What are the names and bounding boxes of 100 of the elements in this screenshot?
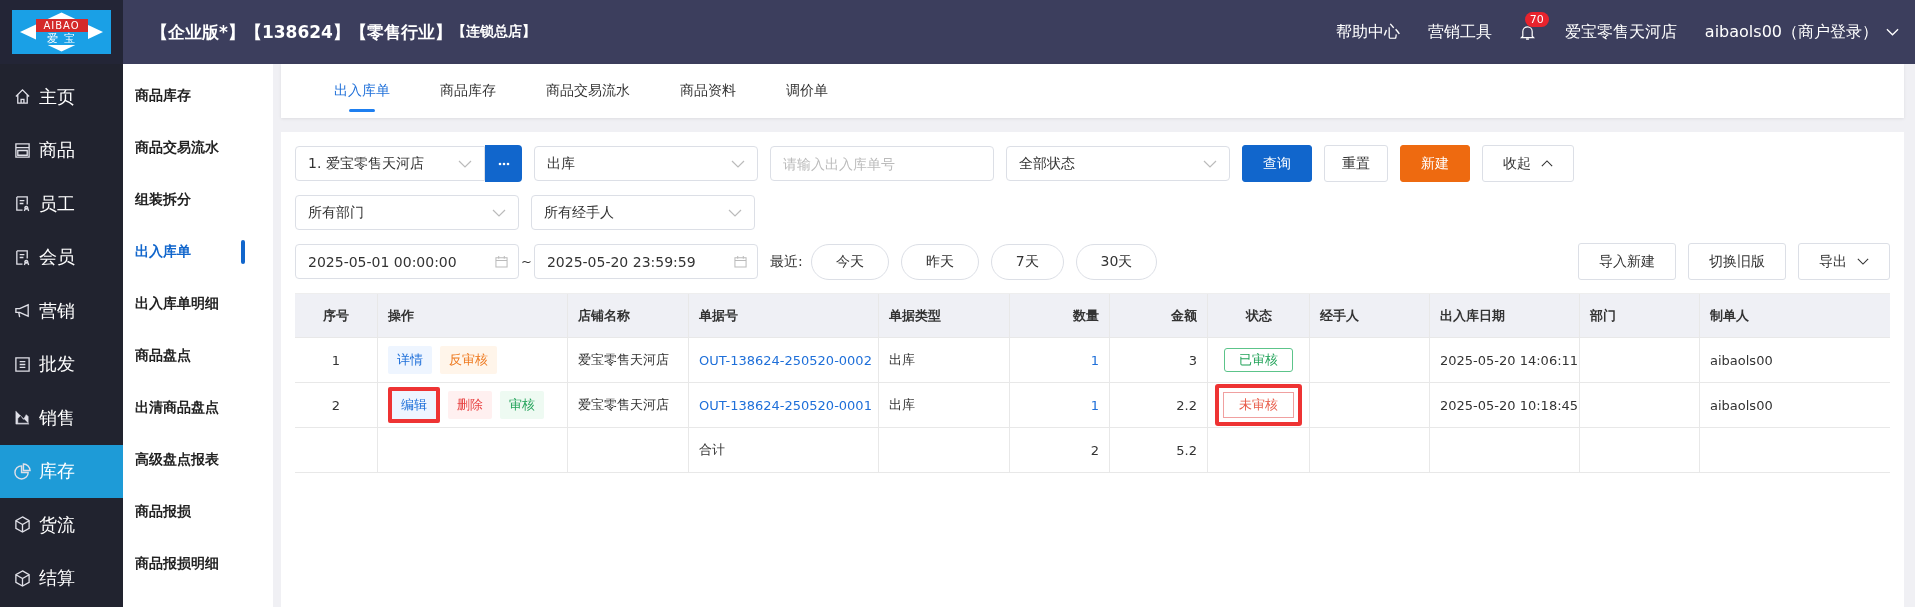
table-cell: 2.2 <box>1109 383 1207 427</box>
submenu-item[interactable]: 出入库单 <box>123 226 273 278</box>
switch-version-button[interactable]: 切换旧版 <box>1688 243 1786 280</box>
column-header: 状态 <box>1207 294 1309 337</box>
order-number-link[interactable]: OUT-138624-250520-0001 <box>699 397 872 413</box>
quick-range-button[interactable]: 今天 <box>810 243 889 280</box>
nav-item[interactable]: 结算 <box>0 551 123 605</box>
recent-label: 最近: <box>769 252 803 271</box>
list-icon <box>14 355 31 373</box>
status-tag: 未审核 <box>1215 384 1302 426</box>
table-cell: 2025-05-20 14:06:11 <box>1429 338 1579 382</box>
table-cell: 爱宝零售天河店 <box>567 338 688 382</box>
chevron-up-icon <box>1541 160 1553 167</box>
quick-range-button[interactable]: 昨天 <box>900 243 979 280</box>
table-cell: 2025-05-20 10:18:45 <box>1429 383 1579 427</box>
store-name[interactable]: 爱宝零售天河店 <box>1564 21 1677 43</box>
table-cell: 3 <box>1109 338 1207 382</box>
status-tag: 已审核 <box>1224 348 1293 372</box>
quantity-link[interactable]: 1 <box>1090 397 1099 413</box>
total-label: 合计 <box>688 428 878 472</box>
submenu-item[interactable]: 商品交易流水 <box>123 122 273 174</box>
submenu-item[interactable]: 商品库存 <box>123 70 273 122</box>
page-tab[interactable]: 商品资料 <box>655 64 761 118</box>
logo-subtext: 爱 宝 <box>35 32 88 45</box>
logo-text: AIBAO <box>35 19 88 32</box>
department-select[interactable]: 所有部门 <box>295 195 519 230</box>
date-separator: ~ <box>521 254 532 269</box>
chevron-down-icon <box>458 159 472 168</box>
submenu-item[interactable]: 出入库单明细 <box>123 278 273 330</box>
ellipsis-icon <box>497 161 510 166</box>
chevron-down-icon <box>492 208 506 217</box>
user-menu[interactable]: aibaols00（商户登录） <box>1704 21 1899 43</box>
end-date-field[interactable]: 2025-05-20 23:59:59 <box>533 244 758 279</box>
home-icon <box>14 88 31 106</box>
row-action-button[interactable]: 编辑 <box>388 387 440 423</box>
nav-item[interactable]: 销售 <box>0 391 123 445</box>
column-header: 操作 <box>377 294 567 337</box>
table-cell: 爱宝零售天河店 <box>567 383 688 427</box>
store-select[interactable]: 1. 爱宝零售天河店 <box>295 146 485 181</box>
calendar-icon <box>733 255 747 268</box>
status-select[interactable]: 全部状态 <box>1006 146 1230 181</box>
bell-icon[interactable] <box>1519 23 1535 41</box>
header-link[interactable]: 营销工具 <box>1427 21 1492 43</box>
submenu-item[interactable]: 商品盘点 <box>123 330 273 382</box>
handler-select[interactable]: 所有经手人 <box>531 195 755 230</box>
start-date-field[interactable]: 2025-05-01 00:00:00 <box>295 244 519 279</box>
quick-range-button[interactable]: 30天 <box>1075 243 1158 280</box>
column-header: 数量 <box>1009 294 1109 337</box>
row-action-button[interactable]: 详情 <box>388 346 432 374</box>
import-button[interactable]: 导入新建 <box>1578 243 1676 280</box>
column-header: 部门 <box>1579 294 1699 337</box>
order-number-link[interactable]: OUT-138624-250520-0002 <box>699 352 872 368</box>
order-number-field[interactable]: 请输入出入库单号 <box>770 146 994 181</box>
pie-chart-icon <box>14 462 31 480</box>
submenu-item[interactable]: 商品报损明细 <box>123 538 273 590</box>
nav-item[interactable]: 货流 <box>0 498 123 552</box>
cube-icon <box>14 516 31 534</box>
submenu-item[interactable]: 商品报损 <box>123 486 273 538</box>
nav-item[interactable]: 营销 <box>0 284 123 338</box>
submenu-item[interactable]: 组装拆分 <box>123 174 273 226</box>
table-cell-text: 2 <box>330 396 342 415</box>
nav-item[interactable]: 批发 <box>0 337 123 391</box>
type-select[interactable]: 出库 <box>534 146 758 181</box>
cube-icon <box>14 569 31 587</box>
area-chart-icon <box>14 409 31 427</box>
page-tab[interactable]: 调价单 <box>761 64 853 118</box>
row-action-button[interactable]: 删除 <box>448 391 492 419</box>
table-cell-text: 1 <box>330 351 342 370</box>
search-button[interactable]: 查询 <box>1242 145 1312 182</box>
calendar-icon <box>495 255 508 268</box>
submenu-item[interactable]: 高级盘点报表 <box>123 434 273 486</box>
collapse-button[interactable]: 收起 <box>1482 145 1574 182</box>
store-type-label: 【连锁总店】 <box>451 23 536 41</box>
table-cell: aibaols00 <box>1699 338 1865 382</box>
nav-item[interactable]: 员工 <box>0 177 123 231</box>
submenu-item[interactable]: 出清商品盘点 <box>123 382 273 434</box>
column-header: 序号 <box>322 306 350 325</box>
edition-title: 【企业版*】【138624】【零售行业】 <box>151 20 452 44</box>
document-person-icon <box>14 248 31 266</box>
column-header: 店铺名称 <box>567 294 688 337</box>
total-cell: 2 <box>1009 428 1109 472</box>
total-cell: 5.2 <box>1109 428 1207 472</box>
column-header: 制单人 <box>1699 294 1865 337</box>
page-tab[interactable]: 商品交易流水 <box>521 64 655 118</box>
nav-item[interactable]: 会员 <box>0 230 123 284</box>
export-button[interactable]: 导出 <box>1798 243 1890 280</box>
nav-item[interactable]: 商品 <box>0 123 123 177</box>
table-cell: aibaols00 <box>1699 383 1865 427</box>
header-link[interactable]: 帮助中心 <box>1335 21 1400 43</box>
column-header: 单据号 <box>688 294 878 337</box>
page-tab[interactable]: 出入库单 <box>309 64 415 118</box>
table-cell: 出库 <box>878 383 1009 427</box>
quantity-link[interactable]: 1 <box>1090 352 1099 368</box>
quick-range-button[interactable]: 7天 <box>990 243 1064 280</box>
page-tab[interactable]: 商品库存 <box>415 64 521 118</box>
reset-button[interactable]: 重置 <box>1324 145 1388 182</box>
storefront-icon <box>14 141 31 159</box>
chevron-down-icon <box>731 159 745 168</box>
nav-item[interactable]: 主页 <box>0 70 123 124</box>
column-header: 金额 <box>1109 294 1207 337</box>
